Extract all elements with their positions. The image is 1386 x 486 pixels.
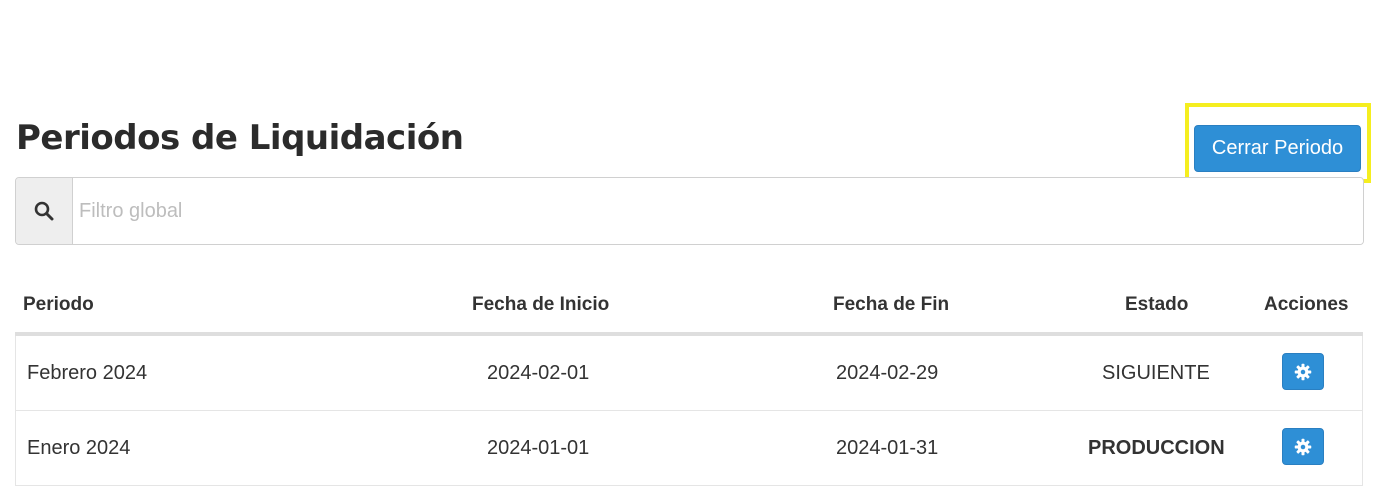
table-header: Periodo Fecha de Inicio Fecha de Fin Est…: [15, 270, 1363, 336]
header-period[interactable]: Periodo: [23, 294, 94, 316]
cell-start-date: 2024-02-01: [487, 362, 590, 384]
row-settings-button[interactable]: [1282, 353, 1324, 390]
close-period-button[interactable]: Cerrar Periodo: [1194, 125, 1361, 172]
periods-table: Periodo Fecha de Inicio Fecha de Fin Est…: [15, 270, 1363, 486]
cell-period: Febrero 2024: [27, 362, 148, 384]
header-end-date[interactable]: Fecha de Fin: [833, 294, 949, 316]
cell-end-date: 2024-02-29: [836, 362, 939, 384]
cell-status: PRODUCCION: [1088, 437, 1225, 459]
page-title: Periodos de Liquidación: [16, 118, 464, 158]
cell-period: Enero 2024: [27, 437, 131, 459]
page: Periodos de Liquidación Cerrar Periodo P…: [0, 0, 1386, 486]
table-row: Enero 2024 2024-01-01 2024-01-31 PRODUCC…: [15, 411, 1363, 486]
header-status[interactable]: Estado: [1125, 294, 1188, 316]
header-start-date[interactable]: Fecha de Inicio: [472, 294, 609, 316]
table-row: Febrero 2024 2024-02-01 2024-02-29 SIGUI…: [15, 336, 1363, 411]
search-group: [15, 177, 1364, 245]
header-actions: Acciones: [1264, 294, 1349, 315]
gear-icon: [1294, 363, 1312, 380]
cell-end-date: 2024-01-31: [836, 437, 939, 459]
cell-status: SIGUIENTE: [1102, 362, 1210, 384]
cell-start-date: 2024-01-01: [487, 437, 590, 459]
global-filter-input[interactable]: [73, 178, 1363, 244]
row-settings-button[interactable]: [1282, 428, 1324, 465]
gear-icon: [1294, 438, 1312, 455]
search-icon: [16, 178, 73, 244]
